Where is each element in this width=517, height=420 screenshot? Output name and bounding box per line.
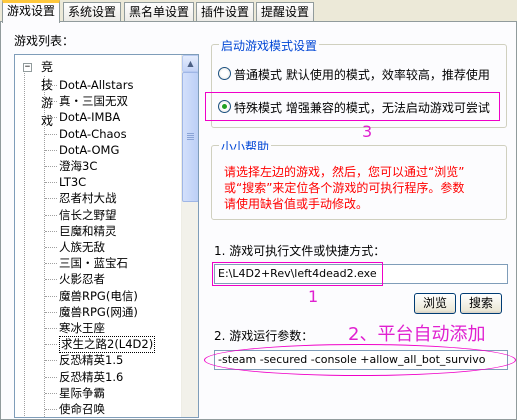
grip-line [187,135,194,136]
tree-branch-line [45,311,57,313]
tree-branch-line [45,263,57,265]
help-line: 或“搜索”来定位各个游戏的可执行程序。参数 [224,181,465,195]
help-line: 请使用缺省值或手动修改。 [224,197,369,211]
tree-branch-line [45,230,57,232]
tree-root-label: 竞技游戏 [41,60,54,128]
scroll-up-icon[interactable]: ▲ [182,55,198,72]
tree-branch-line [45,247,57,248]
tree-item-label: 使命召唤 [59,402,105,416]
game-list-label: 游戏列表： [14,34,75,48]
game-tree-content: − 竞技游戏 DotA-Allstars 真・三国无双 DotA-IMBA DotA-… [15,55,181,417]
tree-branch-line [45,328,57,329]
scroll-thumb[interactable] [182,72,198,202]
game-tree[interactable]: − 竞技游戏 DotA-Allstars 真・三国无双 DotA-IMBA DotA-… [14,54,199,418]
tree-branch-line [45,85,57,86]
grip-line [187,137,194,138]
tree-branch-line [45,392,57,394]
tree-branch-line [45,295,57,297]
params-label: 2. 游戏运行参数： [214,329,314,343]
exe-label: 1. 游戏可执行文件或快捷方式： [214,244,386,258]
tab-blacklist-settings[interactable]: 黑名单设置 [124,2,195,22]
tree-branch-line [45,182,57,184]
tree-item-label: 寒冰王座 [59,321,105,335]
tree-branch-line [45,360,57,362]
help-line: 请选择左边的游戏，然后，您可以通过“浏览” [224,165,465,179]
search-button[interactable]: 搜索 [460,293,502,314]
annotation-two: 2、平台自动添加 [348,324,486,345]
tree-branch-line [45,409,57,410]
grip-line [187,139,194,140]
tree-branch-line [45,344,57,346]
tree-branch-line [45,101,57,103]
tab-reminder-settings[interactable]: 提醒设置 [256,2,315,22]
tree-branch-line [45,133,57,135]
tree-branch-line [45,376,57,378]
normal-mode-radio[interactable] [218,67,231,80]
tab-game-settings[interactable]: 游戏设置 [2,0,61,23]
special-mode-radio[interactable] [218,100,231,113]
annotation-one: 1 [308,287,319,306]
browse-button[interactable]: 浏览 [414,293,456,314]
launch-mode-title: 启动游戏模式设置 [219,37,320,54]
normal-mode-label[interactable]: 普通模式 默认使用的模式，效率较高，推荐使用 [234,66,490,83]
tree-branch-line [45,198,57,200]
tree-branch-line [45,149,57,151]
tree-scrollbar[interactable]: ▲ [181,55,198,417]
tab-plugin-settings[interactable]: 插件设置 [196,2,255,22]
special-mode-label[interactable]: 特殊模式 增强兼容的模式，无法启动游戏可尝试 [234,99,490,116]
tab-strip: 游戏设置 系统设置 黑名单设置 插件设置 提醒设置 [0,0,517,23]
collapse-icon[interactable]: − [23,63,32,72]
annotation-three: 3 [362,122,373,141]
radio-selected-dot [222,104,227,109]
tree-branch-line [45,214,57,216]
tree-branch-line [45,166,57,167]
tree-guide-line [24,70,25,417]
tree-branch-line [45,117,57,119]
grip-line [187,133,194,134]
params-highlight [204,344,516,376]
tree-branch-line [45,279,57,281]
exe-path-highlight [212,262,383,286]
tab-system-settings[interactable]: 系统设置 [63,2,122,22]
